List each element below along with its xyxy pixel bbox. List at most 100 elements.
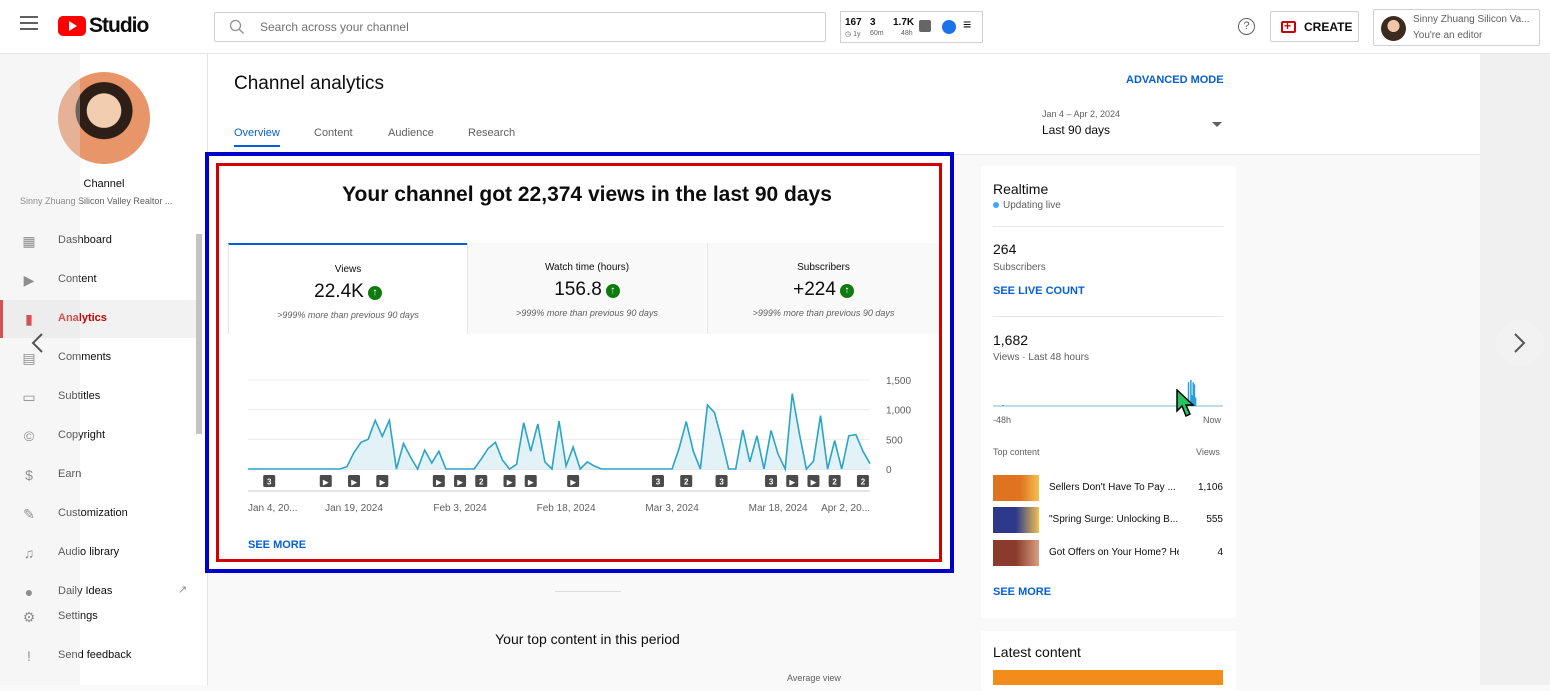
video-marker-label: 2 (861, 478, 866, 487)
subscriber-count: 264 (993, 241, 1017, 257)
ext-logo-icon[interactable] (942, 20, 956, 34)
sidebar-item-settings[interactable]: ⚙ Settings (0, 598, 196, 636)
advanced-mode-button[interactable]: ADVANCED MODE (1126, 74, 1224, 86)
metric-tab-subscribers[interactable]: Subscribers +224 ↑ >999% more than previo… (707, 243, 939, 334)
sidebar-item-label: Audio library (58, 546, 120, 558)
video-marker-label: ▶ (569, 480, 576, 487)
ext-menu-icon[interactable]: ≡ (963, 16, 971, 32)
views-area (248, 393, 870, 469)
date-range-text: Jan 4 – Apr 2, 2024 (1042, 109, 1121, 119)
tab-research[interactable]: Research (468, 127, 515, 139)
extension-widget[interactable]: 167 ◷ 1y 3 60m 1.7K 48h ≡ (840, 11, 983, 43)
account-switcher[interactable]: Sinny Zhuang Silicon Va... You're an edi… (1373, 9, 1540, 46)
create-button[interactable]: CREATE (1270, 11, 1359, 42)
views-chart[interactable]: 1,500 1,000 500 0 3 ▶ ▶ ▶ ▶ ▶ 2 ▶ ▶ ▶ 3 2 3 3 ▶ ▶ 2 2 Jan 4, 2… (228, 360, 928, 525)
video-thumbnail (993, 507, 1039, 533)
sidebar-item-label: Subtitles (58, 390, 101, 402)
image-viewer-overlay (1480, 54, 1550, 685)
video-views: 555 (1206, 514, 1223, 525)
tab-content[interactable]: Content (314, 127, 353, 139)
divider (993, 316, 1223, 317)
chevron-down-icon[interactable] (1212, 122, 1222, 127)
video-views: 4 (1217, 547, 1223, 558)
sidebar-item-label: Content (58, 273, 97, 285)
account-role: You're an editor (1413, 30, 1483, 41)
tab-overview[interactable]: Overview (234, 127, 280, 147)
y-tick-label: 1,500 (886, 376, 911, 387)
x-tick-label: Feb 3, 2024 (433, 503, 487, 514)
sidebar-item-earn[interactable]: $ Earn (0, 456, 196, 494)
y-tick-label: 0 (886, 465, 892, 476)
video-marker-label: ▶ (350, 480, 357, 487)
divider (993, 226, 1223, 227)
sidebar-item-customization[interactable]: ✎ Customization (0, 495, 196, 533)
customization-icon: ✎ (23, 506, 35, 522)
video-thumbnail (993, 475, 1039, 501)
top-content-row[interactable]: "Spring Surge: Unlocking B... 555 (993, 507, 1223, 533)
axis-label-right: Now (1203, 415, 1222, 425)
menu-icon[interactable] (20, 16, 38, 30)
external-link-icon: ↗ (178, 584, 188, 596)
metric-title: Watch time (hours) (544, 262, 630, 273)
studio-logo[interactable]: Studio (58, 14, 149, 38)
video-marker-label: ▶ (527, 480, 534, 487)
help-icon[interactable]: ? (1238, 18, 1255, 35)
see-more-link[interactable]: SEE MORE (248, 539, 306, 551)
views-column-label: Views (1196, 447, 1220, 457)
sidebar-item-content[interactable]: ▶ Content (0, 261, 196, 299)
video-marker-label: ▶ (506, 480, 513, 487)
metric-tab-watch-time[interactable]: Watch time (hours) 156.8 ↑ >999% more tha… (467, 243, 706, 334)
video-marker-label: ▶ (379, 480, 386, 487)
realtime-bar (1002, 404, 1004, 406)
feedback-icon: ! (27, 648, 31, 664)
metric-title: Subscribers (797, 262, 850, 273)
x-tick-label: Jan 4, 20... (248, 503, 297, 514)
x-tick-label: Jan 19, 2024 (325, 503, 383, 514)
realtime-see-more-link[interactable]: SEE MORE (993, 586, 1051, 598)
previous-image-button[interactable] (16, 320, 62, 366)
top-content-row[interactable]: Got Offers on Your Home? He... 4 (993, 540, 1223, 566)
tab-audience[interactable]: Audience (388, 127, 434, 139)
video-marker-label: 2 (684, 478, 689, 487)
copyright-icon: © (23, 428, 35, 444)
realtime-views-label: Views · Last 48 hours (993, 352, 1089, 363)
realtime-views-count: 1,682 (993, 332, 1029, 348)
date-range-picker[interactable]: Jan 4 – Apr 2, 2024 Last 90 days (1042, 109, 1120, 137)
logo-text: Studio (89, 14, 149, 37)
sidebar: Channel Sinny Zhuang Silicon Valley Real… (0, 54, 208, 685)
next-image-button[interactable] (1497, 320, 1543, 366)
x-tick-label: Apr 2, 20... (821, 503, 870, 514)
average-view-header: Average view (787, 673, 841, 683)
ext-chart-icon[interactable] (919, 20, 931, 32)
sidebar-item-dashboard[interactable]: ▦ Dashboard (0, 222, 196, 260)
youtube-logo-icon (58, 16, 86, 36)
sidebar-item-label: Earn (58, 468, 82, 480)
search-box[interactable] (214, 12, 826, 42)
ext-stat-value: 1.7K (893, 17, 915, 28)
video-title: Got Offers on Your Home? He... (1049, 547, 1179, 558)
y-tick-label: 500 (886, 435, 903, 446)
latest-content-title: Latest content (993, 644, 1081, 660)
sidebar-item-subtitles[interactable]: ▭ Subtitles (0, 378, 196, 416)
see-live-count-link[interactable]: SEE LIVE COUNT (993, 285, 1085, 297)
search-input[interactable] (260, 17, 800, 37)
arrow-up-icon: ↑ (367, 286, 382, 300)
sidebar-item-label: Settings (58, 610, 98, 622)
content-icon: ▶ (23, 272, 35, 288)
channel-avatar[interactable] (58, 72, 150, 164)
sidebar-item-copyright[interactable]: © Copyright (0, 417, 196, 455)
metric-tab-views[interactable]: Views 22.4K ↑ >999% more than previous 90… (228, 243, 467, 334)
latest-video-thumbnail[interactable] (993, 670, 1223, 685)
top-content-row[interactable]: Sellers Don't Have To Pay ... 1,106 (993, 475, 1223, 501)
sidebar-scrollbar[interactable] (196, 234, 202, 434)
sidebar-item-send-feedback[interactable]: ! Send feedback (0, 637, 196, 675)
channel-name: Sinny Zhuang Silicon Valley Realtor ... (20, 196, 173, 206)
video-marker-label: ▶ (456, 480, 463, 487)
avatar (1381, 16, 1406, 41)
dashboard-icon: ▦ (22, 233, 36, 249)
sidebar-item-audio-library[interactable]: ♫ Audio library (0, 534, 196, 572)
video-title: Sellers Don't Have To Pay ... (1049, 482, 1176, 493)
divider (555, 591, 621, 592)
arrow-up-icon: ↑ (839, 284, 854, 298)
sidebar-item-label: Copyright (58, 429, 106, 441)
